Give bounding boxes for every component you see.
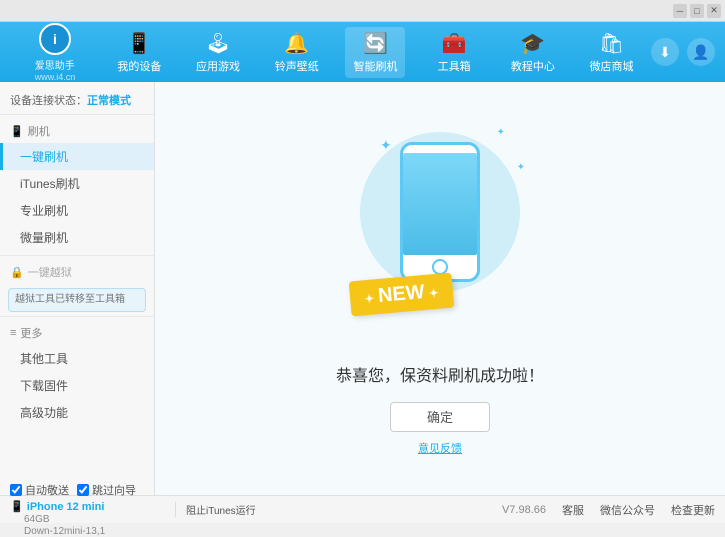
ringtones-label: 铃声壁纸 [275, 58, 319, 74]
nav-right: ⬇ 👤 [651, 38, 715, 66]
version-text: V7.98.66 [502, 504, 546, 516]
divider-1 [0, 255, 154, 256]
smart-flash-label: 智能刷机 [353, 58, 397, 74]
sparkle-1: ✦ [380, 137, 392, 154]
skip-wizard-checkbox[interactable]: 跳过向导 [77, 482, 136, 498]
confirm-button[interactable]: 确定 [390, 402, 490, 432]
divider-2 [0, 316, 154, 317]
toolbox-label: 工具箱 [438, 58, 471, 74]
maximize-button[interactable]: □ [690, 4, 704, 18]
weidian-icon: 🛍 [599, 31, 624, 56]
sidebar-item-download-firmware[interactable]: 下载固件 [0, 372, 154, 399]
feedback-link[interactable]: 意见反馈 [418, 440, 462, 456]
auto-release-input[interactable] [10, 484, 22, 496]
flash-section-icon: 📱 [10, 125, 24, 138]
nav-smart-flash[interactable]: 🔄 智能刷机 [345, 27, 405, 78]
sparkle-2: ✦ [497, 127, 505, 138]
sidebar-item-advanced[interactable]: 高级功能 [0, 399, 154, 426]
nav-apps-games[interactable]: 🕹 应用游戏 [188, 27, 248, 78]
stop-itunes-button[interactable]: 阻止iTunes运行 [186, 502, 256, 517]
jailbreak-label: 一键越狱 [28, 264, 72, 280]
sidebar: 设备连接状态：正常模式 📱 刷机 一键刷机 iTunes刷机 专业刷机 微量刷机… [0, 82, 155, 495]
bottom-right: V7.98.66 客服 微信公众号 检查更新 [502, 502, 715, 518]
ringtones-icon: 🔔 [284, 31, 309, 56]
status-label: 设备连接状态： [10, 95, 87, 107]
user-button[interactable]: 👤 [687, 38, 715, 66]
skip-wizard-label: 跳过向导 [92, 482, 136, 498]
device-info: 📱 iPhone 12 mini 64GB Down-12mini-13,1 [10, 500, 136, 537]
weidian-label: 微店商城 [590, 58, 634, 74]
section-flash: 📱 刷机 [0, 119, 154, 143]
phone-body [400, 142, 480, 282]
close-button[interactable]: ✕ [707, 4, 721, 18]
device-storage: 64GB [24, 514, 50, 525]
device-icon: 📱 [10, 501, 24, 513]
tutorials-icon: 🎓 [520, 31, 545, 56]
phone-screen [403, 153, 477, 255]
my-device-label: 我的设备 [117, 58, 161, 74]
section-jailbreak-disabled: 🔒 一键越狱 [0, 260, 154, 284]
sidebar-item-one-click-flash[interactable]: 一键刷机 [0, 143, 154, 170]
device-firmware: Down-12mini-13,1 [24, 526, 105, 537]
wechat-link[interactable]: 微信公众号 [600, 502, 655, 518]
titlebar: ─ □ ✕ [0, 0, 725, 22]
apps-icon: 🕹 [205, 31, 230, 56]
bottom-bar: 自动敬送 跳过向导 📱 iPhone 12 mini 64GB Down-12m… [0, 495, 725, 523]
status-value: 正常模式 [87, 95, 131, 107]
auto-release-checkbox[interactable]: 自动敬送 [10, 482, 69, 498]
nav-weidian[interactable]: 🛍 微店商城 [582, 27, 642, 78]
main-content: ✦ ✦ ✦ NEW 恭喜您，保资料刷机成功啦！ 确定 意见反馈 [155, 82, 725, 495]
new-badge: NEW [349, 272, 454, 316]
device-name: iPhone 12 mini [27, 501, 105, 513]
main-layout: 设备连接状态：正常模式 📱 刷机 一键刷机 iTunes刷机 专业刷机 微量刷机… [0, 82, 725, 495]
bottom-left: 自动敬送 跳过向导 📱 iPhone 12 mini 64GB Down-12m… [10, 482, 165, 537]
nav-items: 📱 我的设备 🕹 应用游戏 🔔 铃声壁纸 🔄 智能刷机 🧰 工具箱 🎓 教程中心… [100, 27, 651, 78]
top-navigation: i 爱思助手 www.i4.cn 📱 我的设备 🕹 应用游戏 🔔 铃声壁纸 🔄 … [0, 22, 725, 82]
toolbox-icon: 🧰 [442, 31, 467, 56]
tutorials-label: 教程中心 [511, 58, 555, 74]
nav-tutorials[interactable]: 🎓 教程中心 [503, 27, 563, 78]
nav-toolbox[interactable]: 🧰 工具箱 [424, 27, 484, 78]
success-message: 恭喜您，保资料刷机成功啦！ [336, 362, 544, 386]
auto-release-label: 自动敬送 [25, 482, 69, 498]
download-button[interactable]: ⬇ [651, 38, 679, 66]
section-more: ≡ 更多 [0, 321, 154, 345]
sidebar-item-pro-flash[interactable]: 专业刷机 [0, 197, 154, 224]
more-section-icon: ≡ [10, 327, 16, 339]
smart-flash-icon: 🔄 [363, 31, 388, 56]
phone-illustration: ✦ ✦ ✦ NEW [340, 122, 540, 342]
nav-ringtones[interactable]: 🔔 铃声壁纸 [267, 27, 327, 78]
nav-my-device[interactable]: 📱 我的设备 [109, 27, 169, 78]
logo-area: i 爱思助手 www.i4.cn [10, 23, 100, 82]
sidebar-item-itunes-flash[interactable]: iTunes刷机 [0, 170, 154, 197]
service-link[interactable]: 客服 [562, 502, 584, 518]
sidebar-item-other-tools[interactable]: 其他工具 [0, 345, 154, 372]
more-section-label: 更多 [20, 325, 42, 341]
sparkle-3: ✦ [517, 162, 525, 173]
logo-icon: i [39, 23, 71, 55]
minimize-button[interactable]: ─ [673, 4, 687, 18]
logo-name: 爱思助手 www.i4.cn [35, 57, 76, 82]
device-status: 设备连接状态：正常模式 [0, 88, 154, 115]
lock-icon: 🔒 [10, 266, 24, 279]
apps-label: 应用游戏 [196, 58, 240, 74]
my-device-icon: 📱 [127, 31, 152, 56]
sidebar-item-micro-flash[interactable]: 微量刷机 [0, 224, 154, 251]
flash-section-label: 刷机 [28, 123, 50, 139]
skip-wizard-input[interactable] [77, 484, 89, 496]
jailbreak-notice: 越狱工具已转移至工具箱 [8, 288, 146, 312]
check-update-link[interactable]: 检查更新 [671, 502, 715, 518]
